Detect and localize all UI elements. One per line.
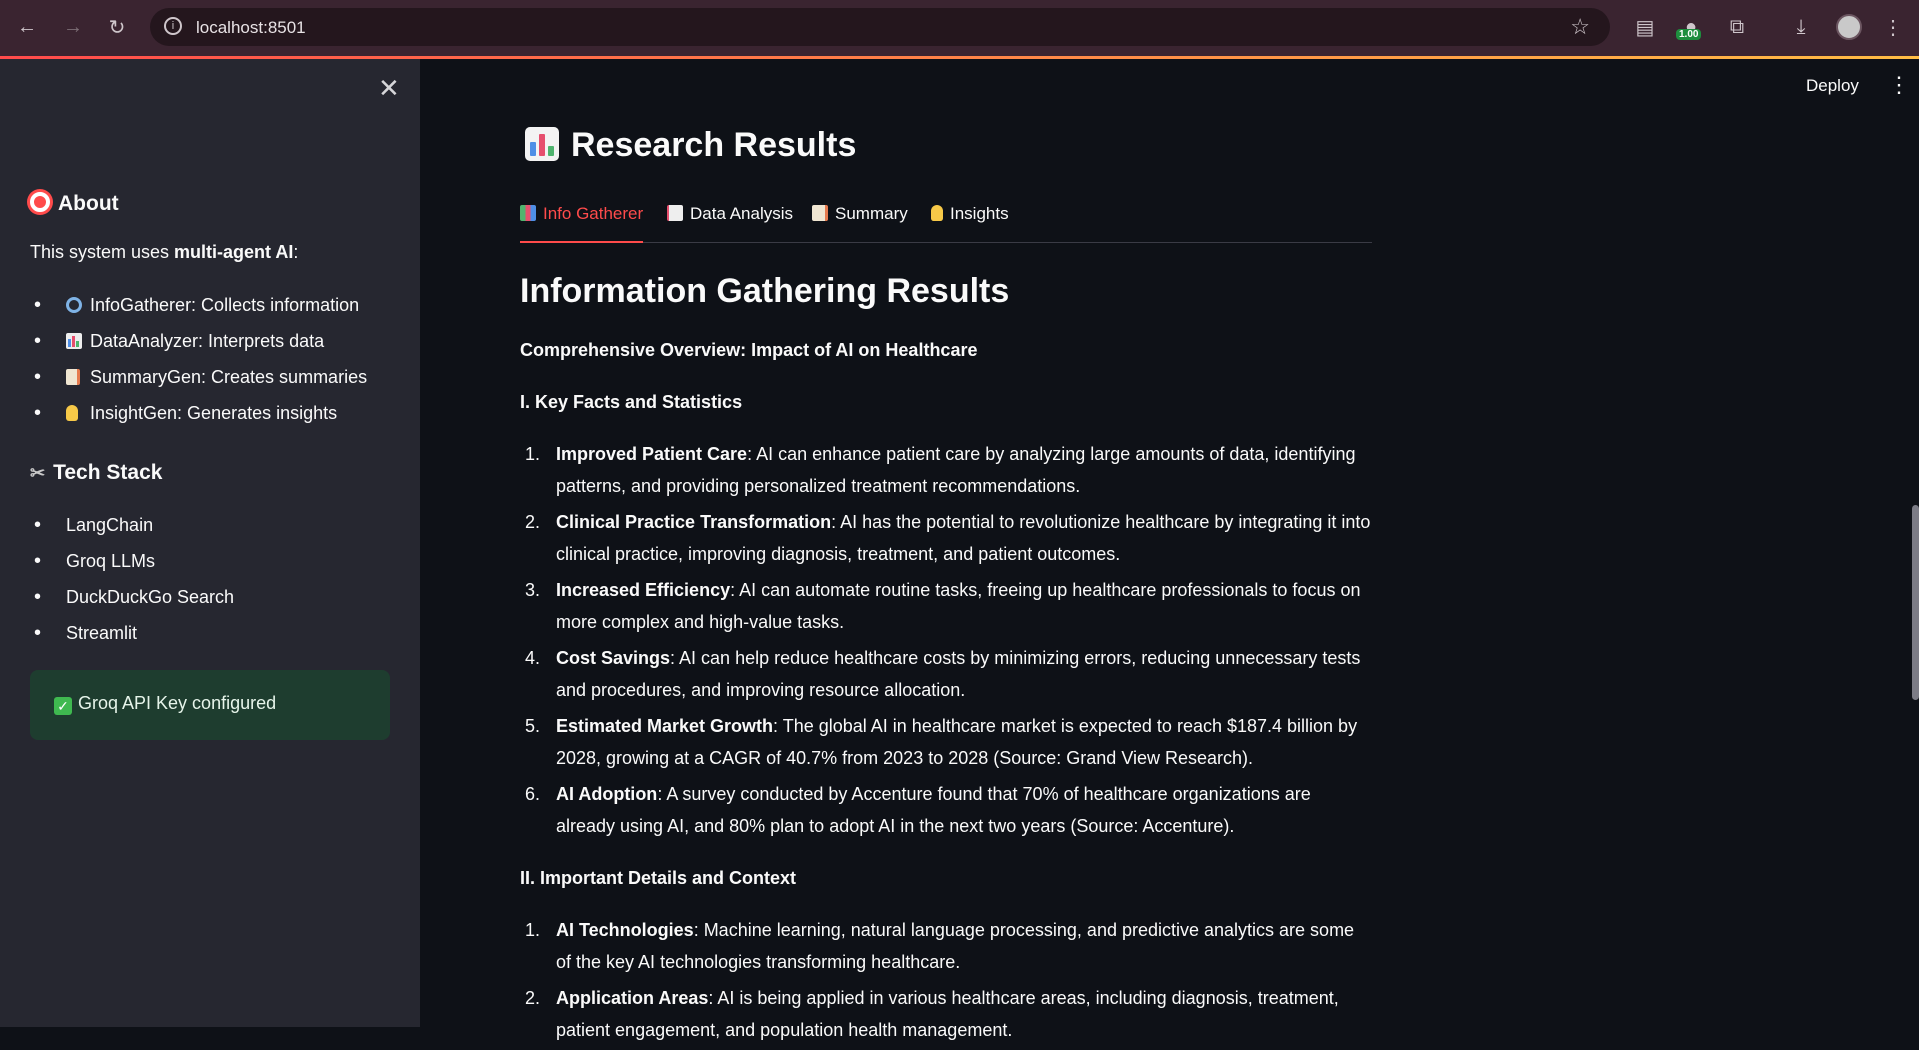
list-item: SummaryGen: Creates summaries [30, 359, 367, 395]
extensions-puzzle-icon[interactable]: ⧉ [1722, 12, 1752, 42]
list-item: 4. Cost Savings: AI can help reduce healt… [525, 648, 1361, 700]
memo-icon [66, 369, 80, 385]
reload-icon[interactable]: ↻ [102, 12, 132, 42]
lightbulb-icon [931, 205, 943, 221]
list-item: InsightGen: Generates insights [30, 395, 367, 431]
api-key-status-alert: ✓ Groq API Key configured [30, 670, 390, 740]
about-intro: This system uses multi-agent AI: [30, 242, 299, 262]
tab-insights[interactable]: Insights [931, 204, 1009, 242]
sidebar: ✕ About This system uses multi-agent AI:… [0, 59, 420, 1027]
list-item: InfoGatherer: Collects information [30, 287, 367, 323]
lightbulb-icon [66, 405, 78, 421]
forward-icon[interactable]: → [58, 12, 88, 42]
list-item: 5. Estimated Market Growth: The global AI… [525, 716, 1358, 768]
list-item: 1. Improved Patient Care: AI can enhance … [525, 444, 1356, 496]
tech-stack-heading: ✂ Tech Stack [30, 461, 163, 484]
status-text: Groq API Key configured [78, 693, 277, 713]
deploy-button[interactable]: Deploy [1806, 76, 1859, 96]
tab-summary[interactable]: Summary [812, 204, 908, 242]
check-mark-icon: ✓ [54, 697, 72, 715]
about-heading: About [30, 192, 119, 216]
browser-menu-icon[interactable]: ⋮ [1878, 12, 1908, 42]
list-item: Groq LLMs [30, 543, 234, 579]
magnifier-icon [66, 297, 82, 313]
url-text[interactable]: localhost:8501 [196, 18, 306, 38]
list-item: DuckDuckGo Search [30, 579, 234, 615]
chart-increasing-icon [667, 205, 683, 221]
back-icon[interactable]: ← [12, 12, 42, 42]
section2-title: II. Important Details and Context [520, 868, 797, 888]
browser-toolbar: ← → ↻ i localhost:8501 ☆ ▤ ● 1.00 ⧉ ⤓ ⋮ [0, 0, 1919, 56]
list-item: 1. AI Technologies: Machine learning, nat… [525, 920, 1355, 972]
list-item: 6. AI Adoption: A survey conducted by Acc… [525, 784, 1311, 836]
list-item: LangChain [30, 507, 234, 543]
page-title: Research Results [525, 126, 856, 165]
bar-chart-icon [525, 127, 559, 161]
list-item: DataAnalyzer: Interprets data [30, 323, 367, 359]
overview-title: Comprehensive Overview: Impact of AI on … [520, 340, 978, 360]
hammer-wrench-icon: ✂ [30, 463, 46, 483]
main-scrollbar[interactable] [1912, 505, 1919, 700]
profile-avatar[interactable] [1836, 14, 1862, 40]
section1-title: I. Key Facts and Statistics [520, 392, 743, 412]
main-menu-icon[interactable]: ⋮ [1888, 72, 1910, 98]
tab-search-icon[interactable]: ▤ [1630, 12, 1660, 42]
list-item: 2. Application Areas: AI is being applied… [525, 988, 1339, 1040]
address-bar[interactable]: i localhost:8501 ☆ [150, 8, 1610, 46]
bar-chart-icon [66, 333, 82, 349]
memo-icon [812, 205, 828, 221]
close-sidebar-icon[interactable]: ✕ [378, 73, 400, 104]
result-tabs: Info Gatherer Data Analysis Summary Insi… [520, 202, 1372, 243]
tech-stack-list: LangChain Groq LLMs DuckDuckGo Search St… [30, 507, 234, 651]
section-heading: Information Gathering Results [520, 272, 1010, 310]
tab-data-analysis[interactable]: Data Analysis [667, 204, 793, 242]
books-icon [520, 205, 536, 221]
site-info-icon[interactable]: i [164, 17, 182, 35]
list-item: Streamlit [30, 615, 234, 651]
download-icon[interactable]: ⤓ [1786, 12, 1816, 42]
target-icon [30, 192, 50, 212]
tab-info-gatherer[interactable]: Info Gatherer [520, 204, 644, 243]
list-item: 3. Increased Efficiency: AI can automate … [525, 580, 1361, 632]
extension-badge: 1.00 [1676, 29, 1702, 40]
list-item: 2. Clinical Practice Transformation: AI h… [525, 512, 1371, 564]
key-facts-list: 1. Improved Patient Care: AI can enhance … [520, 438, 1372, 846]
bookmark-star-icon[interactable]: ☆ [1570, 14, 1590, 40]
agents-list: InfoGatherer: Collects information DataA… [30, 287, 367, 431]
details-list: 1. AI Technologies: Machine learning, nat… [520, 914, 1372, 1050]
